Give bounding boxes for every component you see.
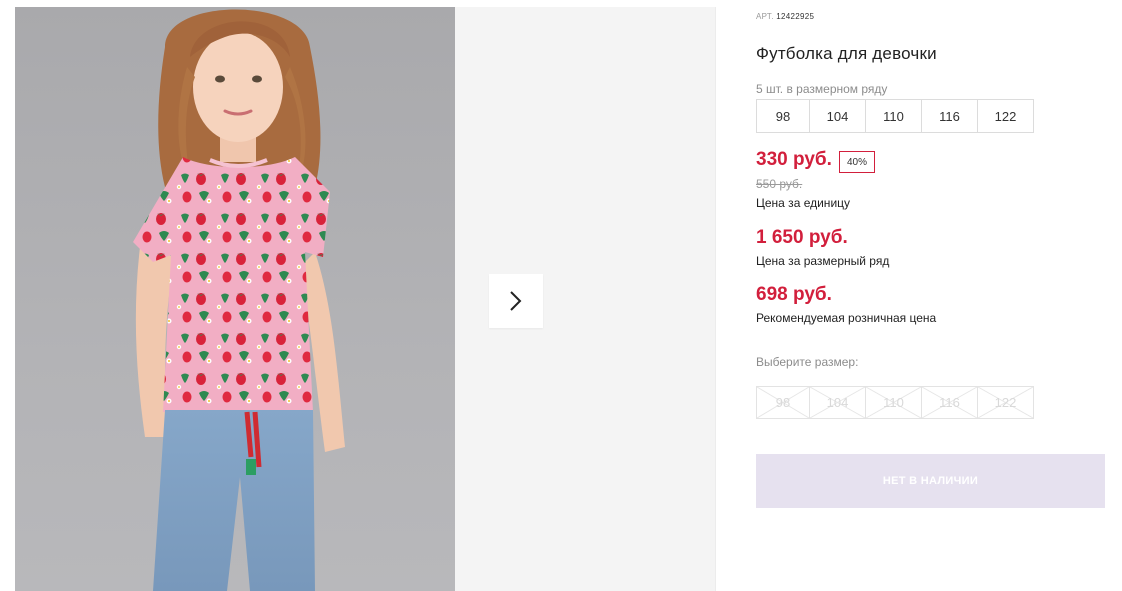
size-option-label: 116 xyxy=(939,395,960,410)
size-option-label: 104 xyxy=(826,395,849,410)
choose-size-label: Выберите размер: xyxy=(756,355,859,369)
size-range-cell: 116 xyxy=(921,99,978,133)
girl-in-strawberry-tshirt-image xyxy=(133,9,345,591)
size-option-disabled[interactable]: 104 xyxy=(809,386,866,419)
size-option-disabled[interactable]: 116 xyxy=(921,386,978,419)
size-option-label: 98 xyxy=(775,395,791,410)
retail-price-caption: Рекомендуемая розничная цена xyxy=(756,311,937,325)
chevron-right-icon xyxy=(510,291,522,311)
size-option-disabled[interactable]: 110 xyxy=(865,386,922,419)
size-count-note: 5 шт. в размерном ряду xyxy=(756,82,888,96)
size-range-cell: 122 xyxy=(977,99,1034,133)
article-value: 12422925 xyxy=(776,12,815,21)
unit-price: 330 руб. xyxy=(756,149,832,170)
size-selector: 98 104 110 116 122 xyxy=(756,386,1034,419)
size-option-disabled[interactable]: 98 xyxy=(756,386,810,419)
size-option-disabled[interactable]: 122 xyxy=(977,386,1034,419)
unit-price-caption: Цена за единицу xyxy=(756,196,851,210)
product-gallery xyxy=(15,7,716,591)
next-image-button[interactable] xyxy=(489,274,543,328)
old-price: 550 руб. xyxy=(756,177,803,191)
size-option-label: 122 xyxy=(994,395,1017,410)
article-label: АРТ. xyxy=(756,12,774,21)
row-price-caption: Цена за размерный ряд xyxy=(756,254,890,268)
retail-price: 698 руб. xyxy=(756,284,832,305)
size-range-cell: 104 xyxy=(809,99,866,133)
size-option-label: 110 xyxy=(883,395,904,410)
discount-badge: 40% xyxy=(839,151,875,173)
size-range-cell: 98 xyxy=(756,99,810,133)
size-range-cell: 110 xyxy=(865,99,922,133)
out-of-stock-button[interactable]: НЕТ В НАЛИЧИИ xyxy=(756,454,1105,508)
product-title: Футболка для девочки xyxy=(756,44,937,63)
size-range-row: 98 104 110 116 122 xyxy=(756,99,1034,133)
article-number: АРТ. 12422925 xyxy=(756,12,814,21)
row-price: 1 650 руб. xyxy=(756,227,848,248)
product-photo[interactable] xyxy=(15,7,455,591)
